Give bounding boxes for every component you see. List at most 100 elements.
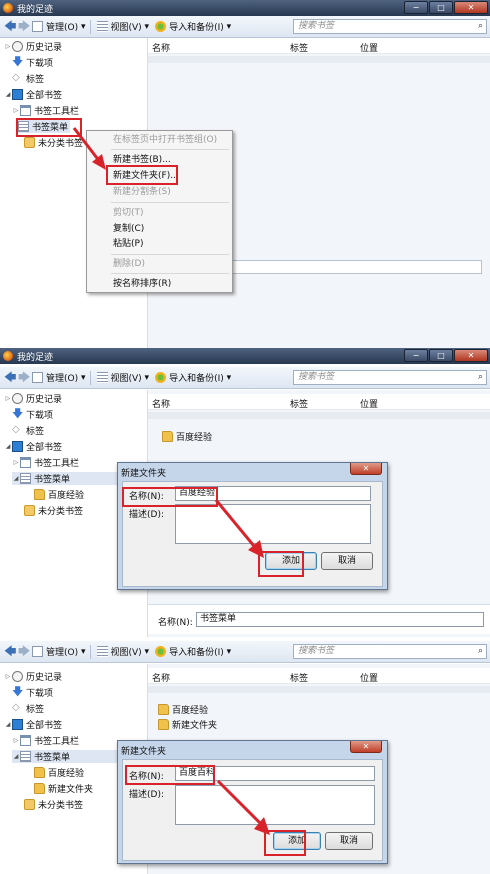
window-titlebar: 我的足迹 − □ ✕ xyxy=(0,0,490,16)
tree-item-bookmarks-toolbar[interactable]: ▷ 书签工具栏 xyxy=(12,456,79,469)
add-button[interactable]: 添加 xyxy=(273,832,321,850)
column-name[interactable]: 名称 xyxy=(152,397,170,410)
column-name[interactable]: 名称 xyxy=(152,41,170,54)
dialog-name-input[interactable]: 百度经验 xyxy=(175,486,371,501)
tree-item-downloads[interactable]: 🡇 下载项 xyxy=(12,686,53,699)
column-tag[interactable]: 标签 xyxy=(290,671,308,684)
tree-item-tags[interactable]: ◇ 标签 xyxy=(12,424,44,438)
tree-item-tags[interactable]: ◇ 标签 xyxy=(12,72,44,86)
forward-arrow-icon[interactable]: 🡆 xyxy=(18,20,30,32)
dialog-desc-input[interactable] xyxy=(175,785,375,825)
tree-item-history[interactable]: ▷ 历史记录 xyxy=(4,40,62,53)
menu-folder-icon xyxy=(20,751,31,762)
dialog-title: 新建文件夹 xyxy=(121,469,167,479)
column-tag[interactable]: 标签 xyxy=(290,41,308,54)
back-arrow-icon[interactable]: 🡄 xyxy=(4,645,16,657)
tree-item-tags[interactable]: ◇ 标签 xyxy=(12,702,44,716)
list-item[interactable]: 百度经验 xyxy=(162,430,212,443)
close-button[interactable]: ✕ xyxy=(454,1,488,14)
import-backup-menu-button[interactable]: 导入和备份(I) ▾ xyxy=(155,20,231,33)
tree-item-all-bookmarks[interactable]: ◢ 全部书签 xyxy=(4,88,62,101)
manage-icon xyxy=(32,372,43,383)
forward-arrow-icon[interactable]: 🡆 xyxy=(18,371,30,383)
back-arrow-icon[interactable]: 🡄 xyxy=(4,371,16,383)
tree-item-bookmarks-menu[interactable]: 书签菜单 xyxy=(18,120,70,133)
tree-item-unsorted[interactable]: 未分类书签 xyxy=(24,136,83,149)
view-menu-button[interactable]: 视图(V) ▾ xyxy=(96,645,149,658)
menu-new-separator[interactable]: 新建分割条(S) xyxy=(87,185,232,200)
menu-cut[interactable]: 剪切(T) xyxy=(87,206,232,221)
column-location[interactable]: 位置 xyxy=(360,397,378,410)
column-location[interactable]: 位置 xyxy=(360,41,378,54)
tree-item-unsorted[interactable]: 未分类书签 xyxy=(24,798,83,811)
dialog-body: 名称(N): 百度经验 描述(D): 添加 取消 xyxy=(122,481,383,587)
details-field[interactable] xyxy=(230,260,482,274)
column-header-row: 名称 标签 位置 xyxy=(148,394,490,410)
tree-item-all-bookmarks[interactable]: ◢ 全部书签 xyxy=(4,718,62,731)
cancel-button[interactable]: 取消 xyxy=(325,832,373,850)
forward-arrow-icon[interactable]: 🡆 xyxy=(18,645,30,657)
column-location[interactable]: 位置 xyxy=(360,671,378,684)
details-name-field[interactable]: 书签菜单 xyxy=(196,612,484,627)
menu-folder-icon xyxy=(20,473,31,484)
manage-menu-button[interactable]: 管理(O) ▾ xyxy=(32,645,86,658)
screenshot-panel-2: 我的足迹 − □ ✕ 🡄 🡆 管理(O) ▾ 视图(V) ▾ 导入和备份(I) … xyxy=(0,348,490,637)
menu-open-in-tabs[interactable]: 在标签页中打开书签组(O) xyxy=(87,133,232,148)
dialog-close-button[interactable]: ✕ xyxy=(350,463,382,475)
column-name[interactable]: 名称 xyxy=(152,671,170,684)
tree-item-downloads[interactable]: 🡇 下载项 xyxy=(12,408,53,421)
screenshot-panel-3: 🡄 🡆 管理(O) ▾ 视图(V) ▾ 导入和备份(I) ▾ 搜索书签 ⌕ ▷ 历史… xyxy=(0,637,490,874)
dialog-close-button[interactable]: ✕ xyxy=(350,741,382,753)
list-item[interactable]: 百度经验 xyxy=(158,703,208,716)
tree-item-folder-baidu-exp[interactable]: 百度经验 xyxy=(34,488,84,501)
menu-delete[interactable]: 删除(D) xyxy=(87,257,232,272)
tree-item-bookmarks-toolbar[interactable]: ▷ 书签工具栏 xyxy=(12,104,79,117)
toolbar-folder-icon xyxy=(20,457,31,468)
menu-sort-by-name[interactable]: 按名称排序(R) xyxy=(87,277,232,292)
manage-icon xyxy=(32,646,43,657)
close-button[interactable]: ✕ xyxy=(454,349,488,362)
tree-item-folder-baidu-exp[interactable]: 百度经验 xyxy=(34,766,84,779)
maximize-button[interactable]: □ xyxy=(429,1,453,14)
tree-item-history[interactable]: ▷ 历史记录 xyxy=(4,392,62,405)
menu-copy[interactable]: 复制(C) xyxy=(87,222,232,237)
menu-new-bookmark[interactable]: 新建书签(B)... xyxy=(87,153,232,168)
tree-item-unsorted[interactable]: 未分类书签 xyxy=(24,504,83,517)
tree-item-all-bookmarks[interactable]: ◢ 全部书签 xyxy=(4,440,62,453)
folder-icon xyxy=(34,783,45,794)
add-button[interactable]: 添加 xyxy=(265,552,317,570)
dialog-name-input[interactable]: 百度百科 xyxy=(175,766,375,781)
bookmark-search-input[interactable]: 搜索书签 ⌕ xyxy=(293,370,487,385)
dialog-desc-input[interactable] xyxy=(175,504,371,544)
manage-menu-button[interactable]: 管理(O) ▾ xyxy=(32,371,86,384)
tree-item-downloads[interactable]: 🡇 下载项 xyxy=(12,56,53,69)
library-toolbar: 🡄 🡆 管理(O) ▾ 视图(V) ▾ 导入和备份(I) ▾ 搜索书签 ⌕ xyxy=(0,367,490,389)
minimize-button[interactable]: − xyxy=(404,349,428,362)
maximize-button[interactable]: □ xyxy=(429,349,453,362)
bookmark-search-input[interactable]: 搜索书签 ⌕ xyxy=(293,644,487,659)
view-menu-button[interactable]: 视图(V) ▾ xyxy=(96,371,149,384)
tree-item-history[interactable]: ▷ 历史记录 xyxy=(4,670,62,683)
view-menu-button[interactable]: 视图(V) ▾ xyxy=(96,20,149,33)
dialog-name-label: 名称(N): xyxy=(129,772,164,782)
bookmark-search-input[interactable]: 搜索书签 ⌕ xyxy=(293,19,487,34)
menu-new-folder[interactable]: 新建文件夹(F)... xyxy=(87,169,232,184)
tree-item-bookmarks-toolbar[interactable]: ▷ 书签工具栏 xyxy=(12,734,79,747)
view-icon xyxy=(96,372,108,383)
firefox-logo-icon xyxy=(3,3,13,13)
tree-item-folder-new[interactable]: 新建文件夹 xyxy=(34,782,93,795)
list-item[interactable]: 新建文件夹 xyxy=(158,718,217,731)
history-clock-icon xyxy=(12,41,23,52)
menu-paste[interactable]: 粘贴(P) xyxy=(87,237,232,252)
import-star-icon xyxy=(155,372,167,383)
cancel-button[interactable]: 取消 xyxy=(321,552,373,570)
import-backup-menu-button[interactable]: 导入和备份(I) ▾ xyxy=(155,645,231,658)
list-stripe xyxy=(148,412,490,419)
back-arrow-icon[interactable]: 🡄 xyxy=(4,20,16,32)
manage-menu-button[interactable]: 管理(O) ▾ xyxy=(32,20,86,33)
minimize-button[interactable]: − xyxy=(404,1,428,14)
import-backup-menu-button[interactable]: 导入和备份(I) ▾ xyxy=(155,371,231,384)
dialog-name-label: 名称(N): xyxy=(129,492,164,502)
toolbar-folder-icon xyxy=(20,735,31,746)
column-tag[interactable]: 标签 xyxy=(290,397,308,410)
